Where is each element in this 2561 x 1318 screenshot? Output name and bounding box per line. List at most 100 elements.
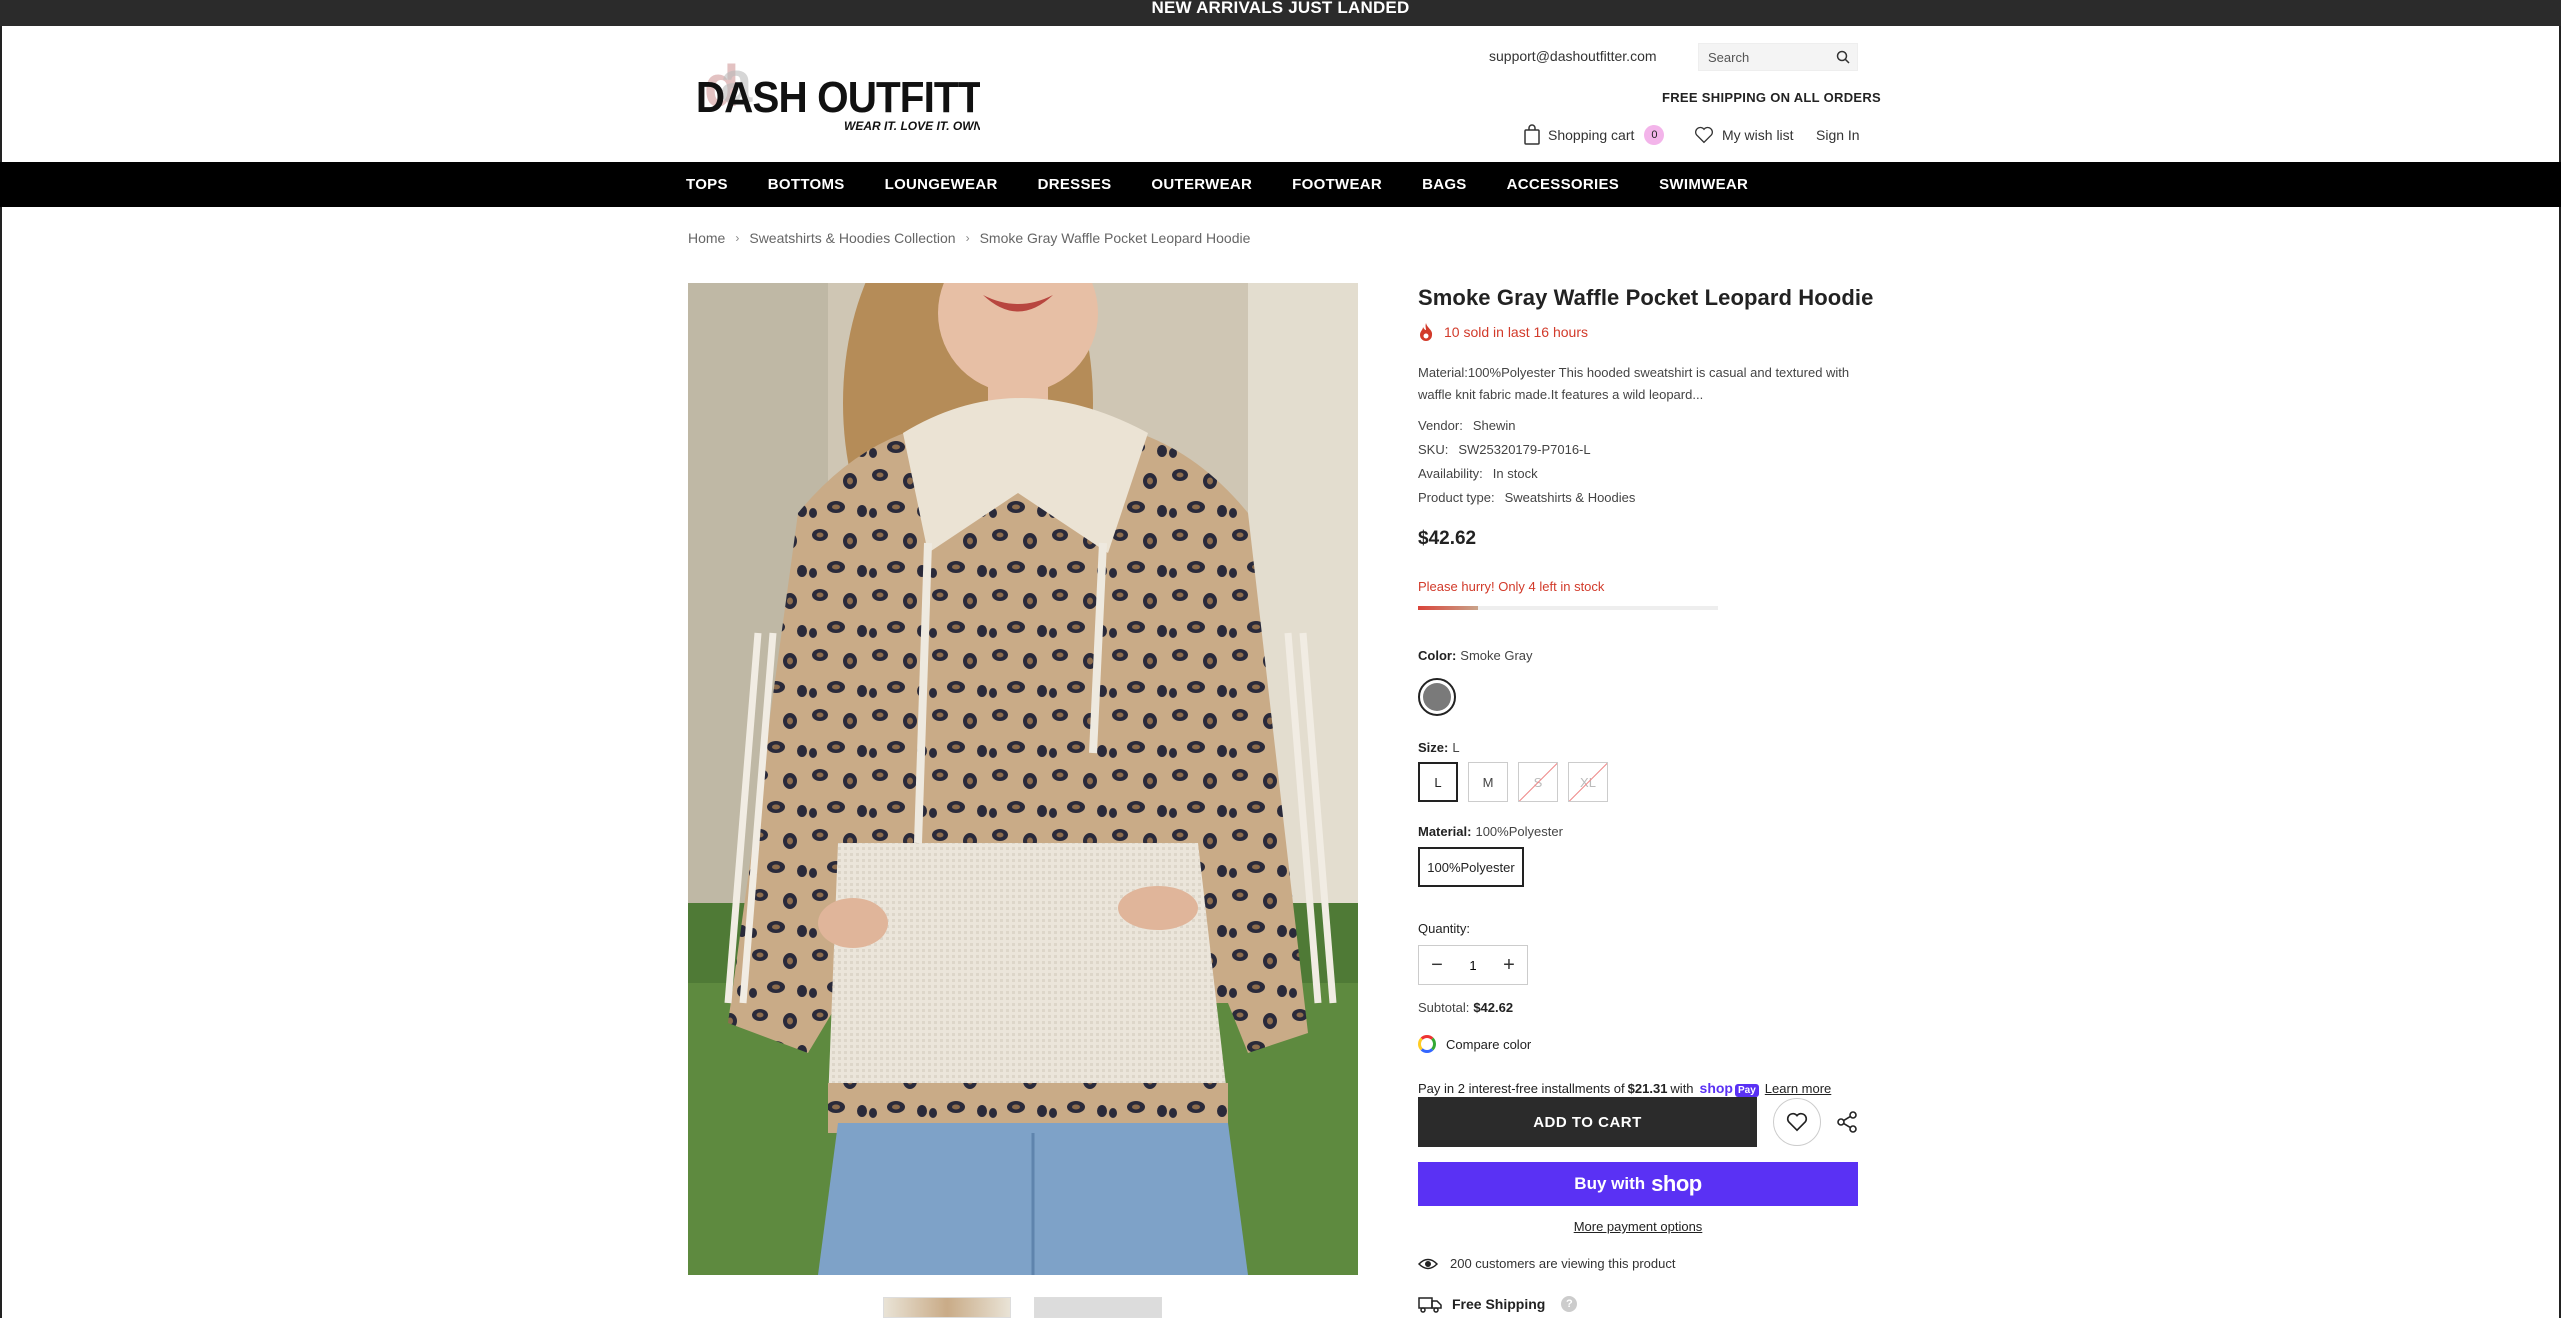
svg-text:WEAR IT. LOVE IT. OWN IT.: WEAR IT. LOVE IT. OWN IT. — [844, 119, 980, 133]
main-navigation: TOPS BOTTOMS LOUNGEWEAR DRESSES OUTERWEAR FOO… — [0, 162, 2561, 207]
nav-item-dresses[interactable]: DRESSES — [1038, 176, 1112, 193]
material-option-label: Material: 100%Polyester — [1418, 824, 1563, 839]
material-button[interactable]: 100%Polyester — [1418, 847, 1524, 887]
subtotal-value: $42.62 — [1473, 1000, 1514, 1015]
add-to-wishlist-button[interactable] — [1773, 1098, 1821, 1146]
plus-icon[interactable]: + — [1501, 954, 1517, 977]
quantity-input[interactable] — [1453, 957, 1493, 973]
shop-pay-brand: shop — [1699, 1080, 1733, 1096]
sold-text: 10 sold in last 16 hours — [1444, 324, 1588, 340]
help-icon[interactable]: ? — [1561, 1296, 1578, 1312]
product-thumbnail[interactable] — [883, 1297, 1011, 1318]
nav-list: TOPS BOTTOMS LOUNGEWEAR DRESSES OUTERWEAR FOO… — [686, 162, 1788, 207]
sign-in-link[interactable]: Sign In — [1816, 122, 1860, 148]
product-thumbnail[interactable] — [1034, 1297, 1162, 1318]
heart-icon — [1695, 126, 1713, 144]
vendor-value: Shewin — [1472, 418, 1516, 433]
color-value: Smoke Gray — [1460, 648, 1533, 663]
truck-icon — [1418, 1297, 1442, 1313]
breadcrumb-collection[interactable]: Sweatshirts & Hoodies Collection — [749, 230, 955, 246]
nav-item-tops[interactable]: TOPS — [686, 176, 728, 193]
compare-color-label: Compare color — [1446, 1036, 1532, 1052]
search-icon[interactable] — [1835, 49, 1851, 65]
product-type-value: Sweatshirts & Hoodies — [1504, 490, 1636, 505]
breadcrumb-current: Smoke Gray Waffle Pocket Leopard Hoodie — [979, 230, 1251, 246]
color-wheel-icon — [1418, 1035, 1436, 1053]
more-payment-options-link[interactable]: More payment options — [1418, 1219, 1858, 1234]
nav-item-bottoms[interactable]: BOTTOMS — [768, 176, 845, 193]
swatch-fill — [1423, 683, 1451, 711]
vendor-label: Vendor: — [1418, 418, 1463, 433]
eye-icon — [1418, 1258, 1438, 1269]
flame-icon — [1420, 323, 1433, 341]
support-email-link[interactable]: support@dashoutfitter.com — [1489, 48, 1657, 64]
size-value: L — [1452, 740, 1460, 755]
subtotal-row: Subtotal: $42.62 — [1418, 1000, 1513, 1015]
announcement-text: NEW ARRIVALS JUST LANDED — [1151, 0, 1410, 17]
announcement-bar: NEW ARRIVALS JUST LANDED — [0, 0, 2561, 26]
svg-text:DASH OUTFITTERS: DASH OUTFITTERS — [696, 72, 980, 121]
size-option-label: Size: L — [1418, 740, 1460, 755]
vendor-row: Vendor: Shewin — [1418, 418, 1515, 433]
quantity-stepper: − + — [1418, 945, 1528, 985]
compare-color-button[interactable]: Compare color — [1418, 1035, 1531, 1053]
learn-more-link[interactable]: Learn more — [1765, 1081, 1831, 1096]
search-input[interactable] — [1699, 44, 1829, 70]
availability-label: Availability: — [1418, 466, 1483, 481]
product-photo — [688, 283, 1358, 1275]
size-button-xl[interactable]: XL — [1568, 762, 1608, 802]
installment-amount: $21.31 — [1627, 1081, 1668, 1096]
stock-progress-bar — [1418, 606, 1718, 610]
nav-item-bags[interactable]: BAGS — [1422, 176, 1467, 193]
low-stock-message: Please hurry! Only 4 left in stock — [1418, 579, 1605, 594]
heart-icon — [1786, 1112, 1808, 1132]
store-logo[interactable]: d a DASH OUTFITTERS WEAR IT. LOVE IT. OW… — [694, 50, 1063, 134]
buy-with-shop-pay-button[interactable]: Buy with shop — [1418, 1162, 1858, 1206]
free-shipping-banner: FREE SHIPPING ON ALL ORDERS — [1662, 90, 1882, 105]
size-label: Size: — [1418, 740, 1449, 755]
shopping-bag-icon — [1524, 124, 1540, 145]
buy-with-label: Buy with — [1574, 1174, 1646, 1193]
installments-prefix: Pay in 2 interest-free installments of — [1418, 1081, 1625, 1096]
sku-value: SW25320179-P7016-L — [1458, 442, 1591, 457]
cart-count-badge: 0 — [1644, 125, 1665, 145]
nav-item-swimwear[interactable]: SWIMWEAR — [1659, 176, 1748, 193]
share-icon[interactable] — [1835, 1110, 1859, 1134]
minus-icon[interactable]: − — [1429, 954, 1445, 977]
breadcrumb: Home › Sweatshirts & Hoodies Collection … — [688, 230, 1250, 246]
nav-item-footwear[interactable]: FOOTWEAR — [1292, 176, 1382, 193]
search-box — [1698, 43, 1858, 71]
shop-pay-logo: shop Pay — [1700, 1080, 1759, 1097]
shop-pay-badge: Pay — [1735, 1084, 1759, 1097]
nav-item-outerwear[interactable]: OUTERWEAR — [1151, 176, 1252, 193]
nav-item-loungewear[interactable]: LOUNGEWEAR — [885, 176, 998, 193]
breadcrumb-home[interactable]: Home — [688, 230, 725, 246]
add-to-cart-button[interactable]: ADD TO CART — [1418, 1097, 1757, 1147]
product-description: Material:100%Polyester This hooded sweat… — [1418, 365, 1850, 402]
viewing-text: 200 customers are viewing this product — [1450, 1256, 1676, 1271]
availability-row: Availability: In stock — [1418, 466, 1538, 481]
size-button-s[interactable]: S — [1518, 762, 1558, 802]
shopping-cart-link[interactable]: Shopping cart 0 — [1522, 122, 1665, 148]
installments-with: with — [1670, 1081, 1694, 1096]
size-button-l[interactable]: L — [1418, 762, 1458, 802]
cart-label: Shopping cart — [1548, 127, 1635, 143]
product-main-image[interactable] — [688, 283, 1358, 1275]
color-option-label: Color: Smoke Gray — [1418, 648, 1533, 663]
viewers-count: 200 customers are viewing this product — [1418, 1256, 1675, 1271]
color-swatch-smoke-gray[interactable] — [1418, 678, 1456, 716]
size-button-m[interactable]: M — [1468, 762, 1508, 802]
shop-pay-installments: Pay in 2 interest-free installments of $… — [1418, 1080, 1831, 1097]
material-value: 100%Polyester — [1475, 824, 1563, 839]
product-type-label: Product type: — [1418, 490, 1495, 505]
nav-item-accessories[interactable]: ACCESSORIES — [1507, 176, 1620, 193]
product-type-row: Product type: Sweatshirts & Hoodies — [1418, 490, 1635, 505]
subtotal-label: Subtotal: — [1418, 1000, 1470, 1015]
wishlist-link[interactable]: My wish list — [1694, 122, 1794, 148]
thumbnail-image — [1035, 1298, 1161, 1317]
product-title: Smoke Gray Waffle Pocket Leopard Hoodie — [1418, 285, 1874, 310]
logo-graphic: d a DASH OUTFITTERS WEAR IT. LOVE IT. OW… — [696, 50, 1063, 133]
sku-label: SKU: — [1418, 442, 1449, 457]
sign-in-label: Sign In — [1816, 127, 1860, 143]
quantity-label: Quantity: — [1418, 921, 1471, 936]
